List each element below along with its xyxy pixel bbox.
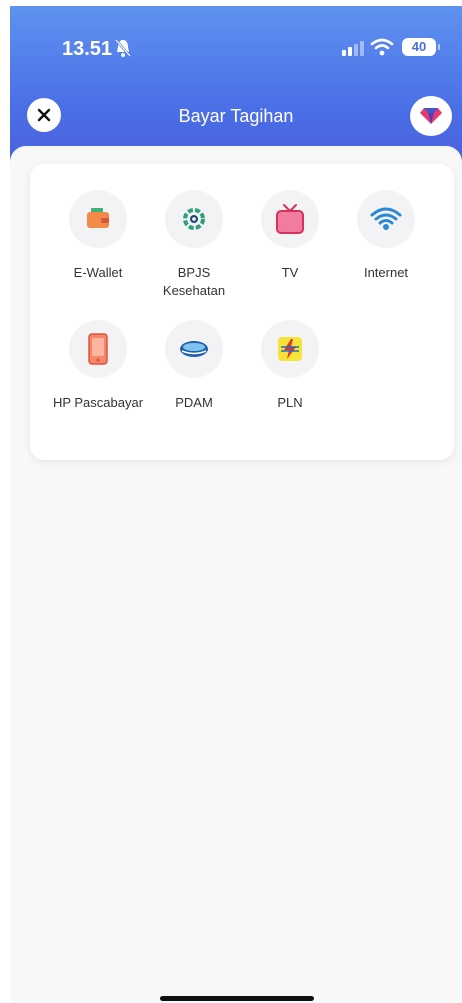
category-label: PLN [277, 395, 303, 410]
tv-icon [276, 204, 304, 234]
wifi-icon [370, 207, 402, 230]
app-screen: 13.51 40 Bayar Tagihan E-Wallet BPJS Kes… [10, 6, 462, 1003]
diamond-icon [420, 108, 442, 124]
category-label: Internet [363, 265, 409, 280]
status-time: 13.51 [62, 38, 113, 60]
phone-icon [88, 333, 108, 365]
category-pdam[interactable]: PDAM [146, 320, 242, 412]
category-label: BPJS Kesehatan [146, 264, 242, 300]
category-e-wallet[interactable]: E-Wallet [50, 190, 146, 282]
pdam-icon [180, 341, 208, 357]
category-label: HP Pascabayar [52, 395, 144, 410]
icon-container [261, 320, 319, 378]
icon-container [165, 190, 223, 248]
wallet-icon [87, 208, 109, 228]
category-internet[interactable]: Internet [338, 190, 434, 282]
icon-container [69, 320, 127, 378]
category-label: E-Wallet [73, 265, 123, 280]
page-title: Bayar Tagihan [178, 106, 294, 126]
icon-container [165, 320, 223, 378]
wifi-status-icon [370, 38, 394, 56]
category-hp-pascabayar[interactable]: HP Pascabayar [50, 320, 146, 412]
category-tv[interactable]: TV [242, 190, 338, 282]
category-label-line1: BPJS [177, 265, 211, 280]
battery-indicator: 40 [402, 38, 440, 56]
home-indicator[interactable] [160, 996, 314, 1001]
bill-category-card: E-Wallet BPJS Kesehatan TV Internet HP P… [30, 164, 454, 460]
bpjs-icon [183, 208, 205, 230]
icon-container [261, 190, 319, 248]
icon-container [357, 190, 415, 248]
category-label-line2: Kesehatan [162, 283, 226, 298]
category-label: PDAM [175, 395, 213, 410]
signal-icon [342, 41, 364, 56]
pln-icon [278, 337, 302, 361]
gem-button[interactable] [410, 96, 452, 136]
bell-muted-icon [115, 39, 131, 57]
category-label: TV [281, 265, 299, 280]
category-bpjs-kesehatan[interactable]: BPJS Kesehatan [146, 190, 242, 300]
category-pln[interactable]: PLN [242, 320, 338, 412]
icon-container [69, 190, 127, 248]
